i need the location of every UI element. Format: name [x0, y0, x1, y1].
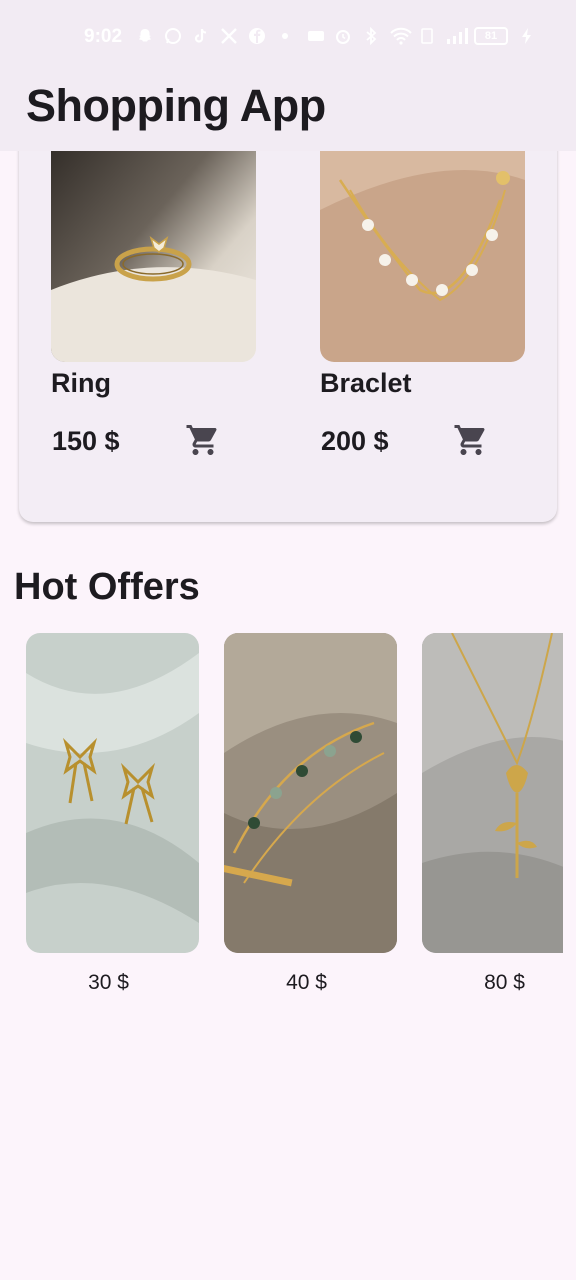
offer-price: 80 $ [484, 971, 525, 994]
product-image-ring[interactable] [51, 120, 256, 362]
facebook-icon [248, 27, 266, 45]
shopping-cart-icon [186, 425, 217, 455]
signal-icon [446, 27, 468, 45]
whatsapp-icon [164, 27, 182, 45]
x-icon [220, 27, 238, 45]
status-bar: 9:02 81 [0, 0, 576, 76]
alarm-icon [334, 27, 352, 45]
hot-offers-carousel[interactable]: 30 $ 40 $ 80 $ [0, 633, 563, 1013]
status-time: 9:02 [84, 26, 123, 47]
hotspot-icon [306, 27, 324, 45]
add-to-cart-button[interactable] [453, 422, 489, 458]
product-card: Ring 150 $ Braclet 200 $ [19, 120, 557, 522]
product-name: Ring [51, 368, 111, 398]
offer-price: 30 $ [88, 971, 129, 994]
dot-icon [276, 27, 294, 45]
offer-image-bracelet[interactable] [224, 633, 397, 953]
offer-image-earrings[interactable] [26, 633, 199, 953]
snapchat-icon [136, 27, 154, 45]
section-title-hot-offers: Hot Offers [14, 566, 200, 608]
shopping-cart-icon [454, 425, 485, 455]
bluetooth-icon [362, 26, 380, 46]
page-title: Shopping App [26, 80, 326, 131]
offer-price: 40 $ [286, 971, 327, 994]
system-icons: 81 [306, 26, 536, 46]
bolt-icon [518, 27, 536, 45]
notification-icons [136, 27, 294, 45]
product-name: Braclet [320, 368, 412, 398]
product-price: 200 $ [321, 426, 389, 456]
battery-level: 81 [474, 27, 508, 45]
tiktok-icon [192, 27, 210, 45]
app-bar: Shopping App [0, 76, 576, 151]
offer-image-necklace[interactable] [422, 633, 563, 953]
add-to-cart-button[interactable] [185, 422, 221, 458]
network-type-icon [418, 27, 436, 45]
product-image-braclet[interactable] [320, 120, 525, 362]
product-price: 150 $ [52, 426, 120, 456]
wifi-icon [390, 27, 412, 45]
